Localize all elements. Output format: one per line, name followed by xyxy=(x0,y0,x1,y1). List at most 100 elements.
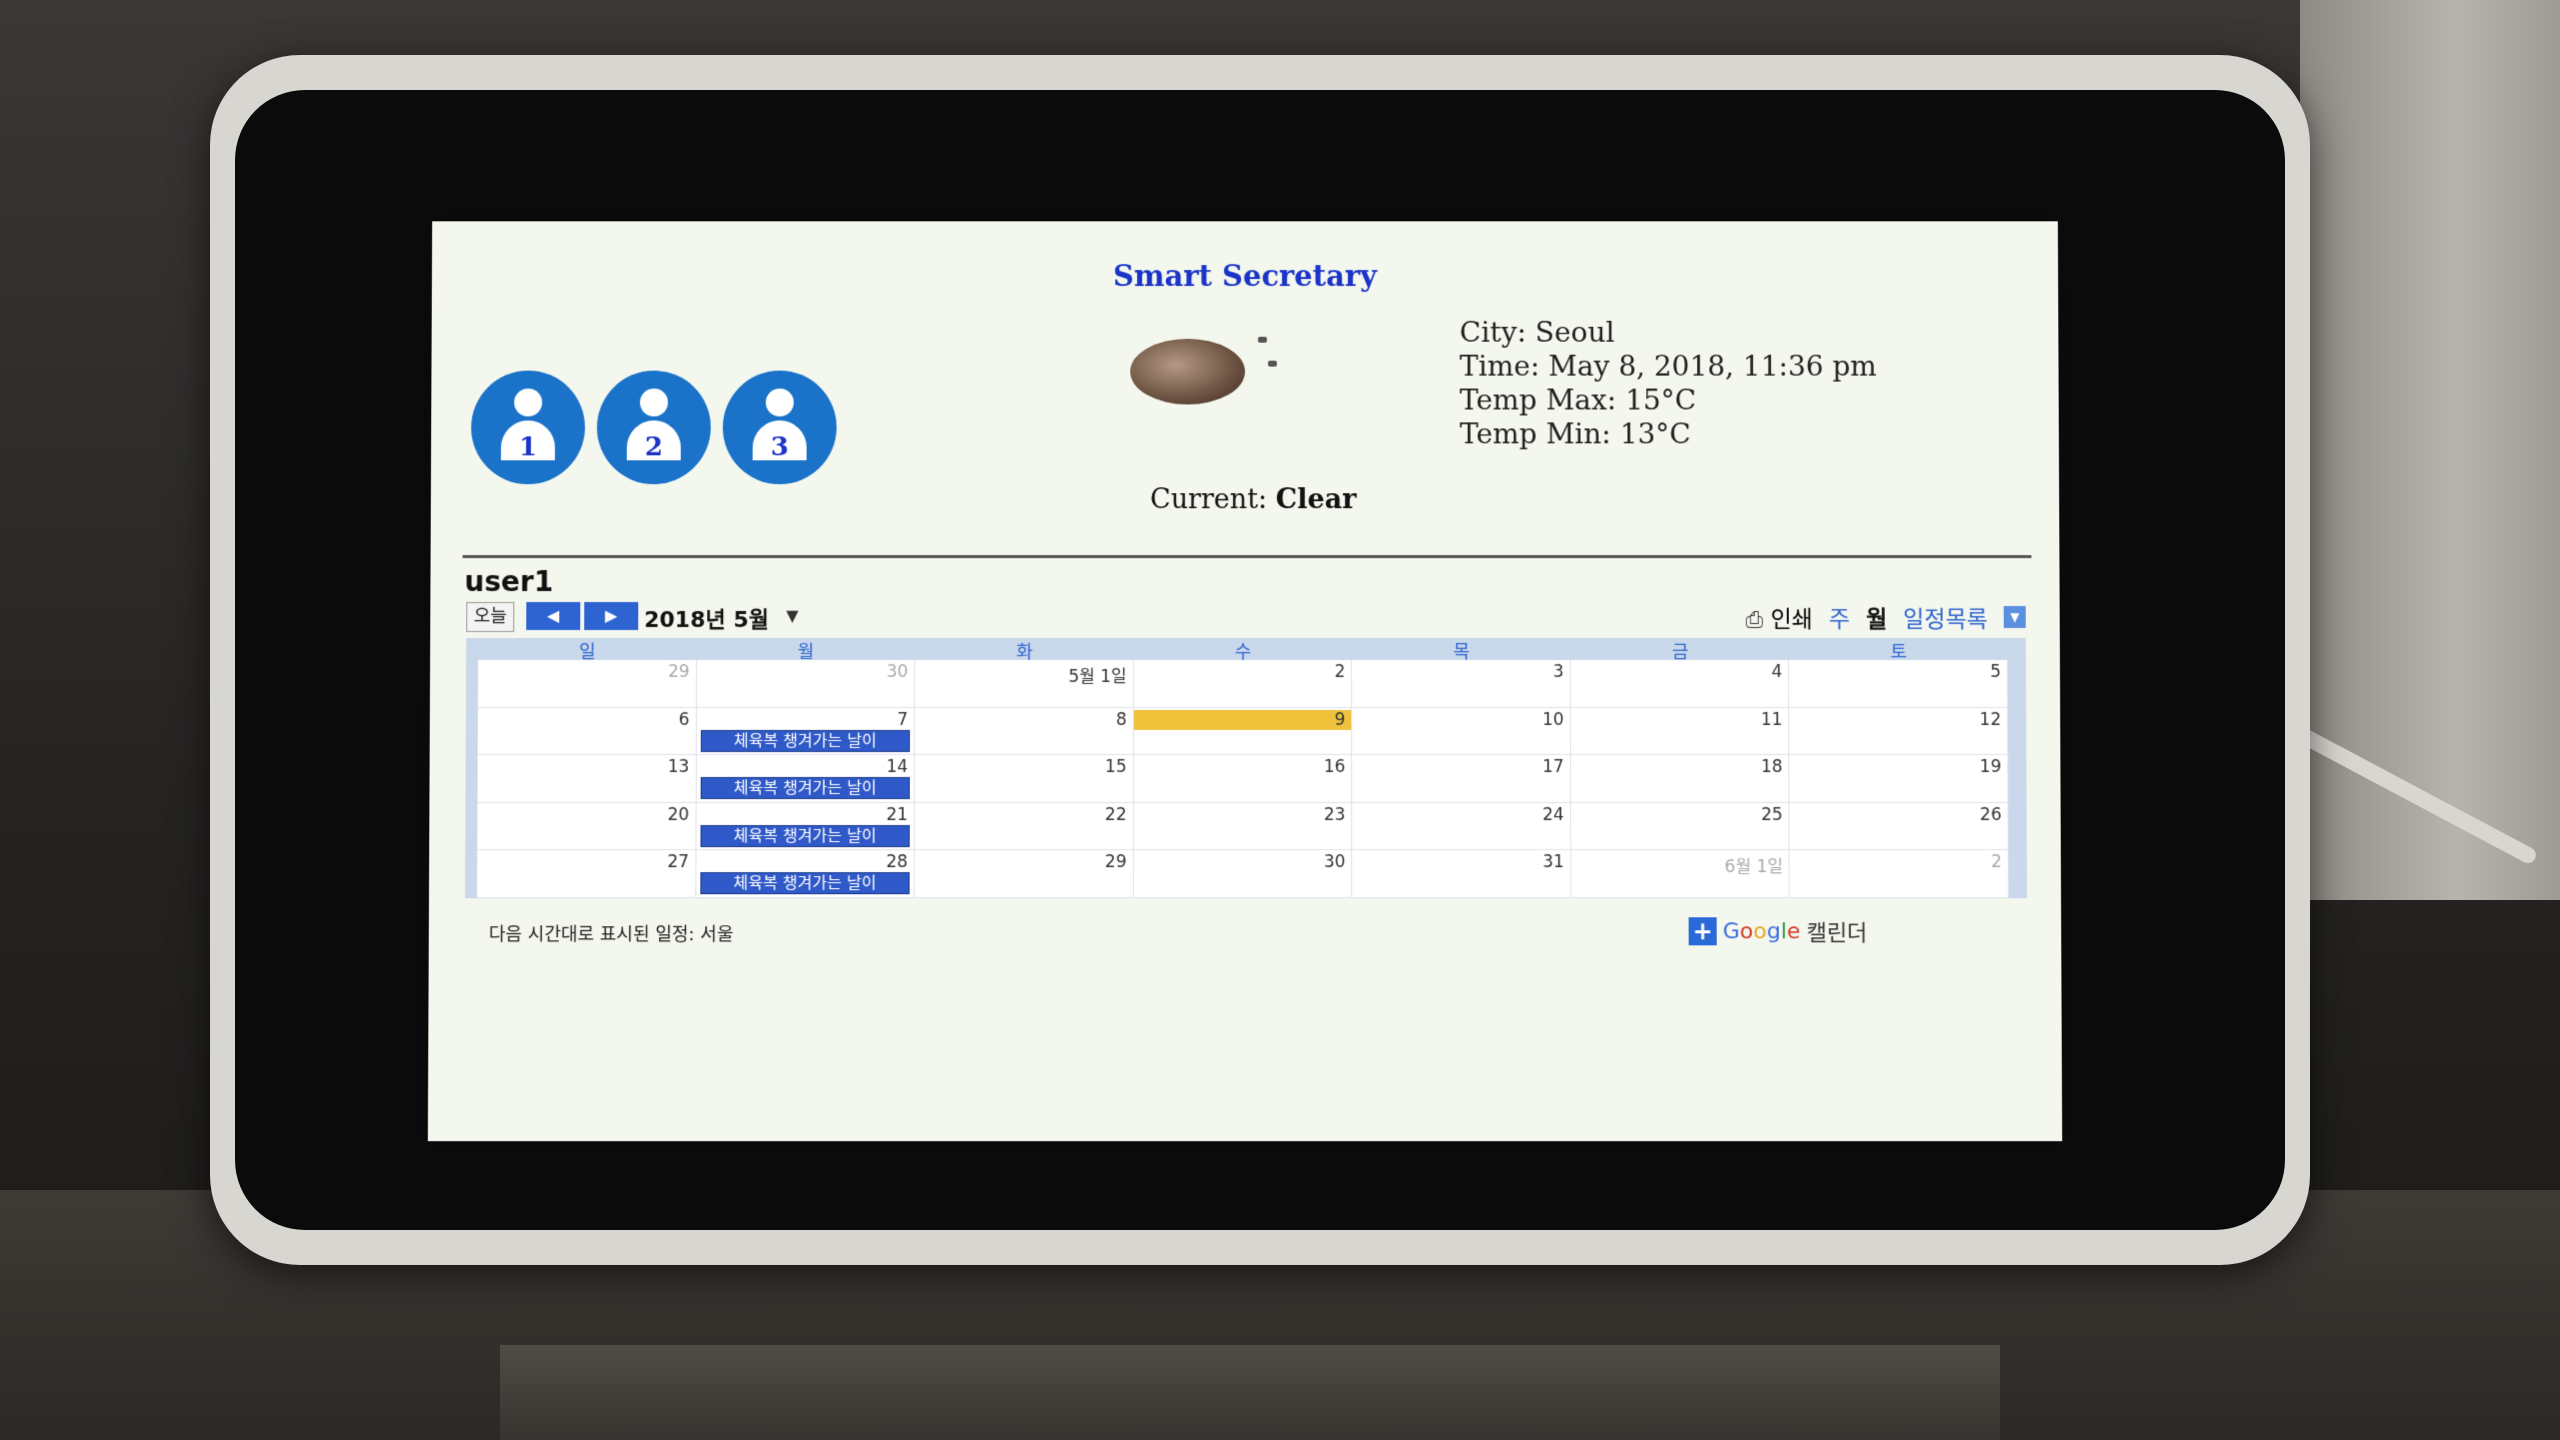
star-dot xyxy=(1257,336,1267,343)
google-calendar-add-button[interactable]: + Google 캘린더 xyxy=(1688,915,1868,947)
calendar-event[interactable]: 체육복 챙겨가는 날이 xyxy=(700,777,910,800)
day-cell[interactable]: 4 xyxy=(1570,660,1790,708)
weekday-label: 금 xyxy=(1671,642,1689,664)
calendar-event[interactable]: 체육복 챙겨가는 날이 xyxy=(699,872,910,895)
weekday-label: 수 xyxy=(1234,642,1252,664)
weekday-label: 월 xyxy=(797,642,815,664)
weekday-label: 목 xyxy=(1453,642,1470,664)
day-number: 5월 1일 xyxy=(1068,667,1127,687)
day-cell[interactable]: 31 xyxy=(1352,850,1572,899)
next-month-button[interactable]: ▶ xyxy=(584,602,639,631)
day-number: 11 xyxy=(1760,709,1783,730)
day-cell[interactable]: 22 xyxy=(914,802,1134,851)
day-cell[interactable]: 30 xyxy=(1133,850,1353,899)
day-cell[interactable]: 23 xyxy=(1133,802,1353,851)
day-number: 20 xyxy=(667,804,690,825)
day-number: 2 xyxy=(1334,662,1346,682)
day-number: 6월 1일 xyxy=(1724,857,1784,878)
day-cell[interactable]: 2 xyxy=(1789,850,2009,899)
day-cell[interactable]: 14 체육복 챙겨가는 날이 xyxy=(696,755,915,803)
print-label: 인쇄 xyxy=(1770,607,1813,634)
month-label: 2018년 5월 xyxy=(644,608,769,634)
day-cell[interactable]: 17 xyxy=(1352,755,1572,803)
day-cell[interactable]: 27 xyxy=(477,850,697,899)
day-cell[interactable]: 8 xyxy=(914,707,1134,756)
day-cell[interactable]: 2 xyxy=(1133,660,1353,708)
day-cell[interactable]: 6월 1일 xyxy=(1571,850,1791,899)
calendar-toolbar: 오늘 ◀ ▶ 2018년 5월 ▼ ⎙ 인쇄 주 월 일정목록 ▼ xyxy=(466,598,2026,634)
calendar-event[interactable]: 체육복 챙겨가는 날이 xyxy=(700,729,911,752)
day-cell[interactable]: 29 xyxy=(914,850,1134,899)
day-number: 14 xyxy=(886,757,908,778)
moon-clear-night-icon xyxy=(1130,336,1277,409)
user-number: 2 xyxy=(644,432,663,463)
day-cell[interactable]: 5월 1일 xyxy=(915,660,1134,708)
user-icon-head xyxy=(514,388,543,417)
day-cell[interactable]: 29 xyxy=(477,660,697,708)
current-label: Current: xyxy=(1150,484,1268,516)
day-cell[interactable]: 5 xyxy=(1789,660,2009,708)
tab-agenda[interactable]: 일정목록 xyxy=(1903,600,1988,634)
today-button[interactable]: 오늘 xyxy=(466,602,515,633)
day-number: 12 xyxy=(1979,709,2002,730)
weekday-header: 일 월 화 수 목 금 토 xyxy=(478,638,2008,664)
day-cell[interactable]: 13 xyxy=(477,755,697,803)
day-cell[interactable]: 11 xyxy=(1570,707,1790,756)
day-number: 15 xyxy=(1104,757,1127,778)
day-cell[interactable]: 7 체육복 챙겨가는 날이 xyxy=(696,707,916,756)
day-cell[interactable]: 30 xyxy=(696,660,916,708)
day-cell[interactable]: 26 xyxy=(1789,802,2009,851)
user-3-button[interactable]: 3 xyxy=(722,370,837,485)
print-button[interactable]: ⎙ 인쇄 xyxy=(1746,600,1813,634)
user-icon-head xyxy=(765,388,794,417)
day-cell[interactable]: 21 체육복 챙겨가는 날이 xyxy=(696,802,915,851)
user-1-button[interactable]: 1 xyxy=(470,370,586,485)
background-wall xyxy=(2300,0,2560,900)
agenda-dropdown-icon[interactable]: ▼ xyxy=(2003,606,2026,629)
google-logo: Google xyxy=(1722,918,1801,944)
weekday-label: 화 xyxy=(1016,642,1033,664)
day-number: 8 xyxy=(1115,709,1127,730)
day-cell[interactable]: 12 xyxy=(1789,707,2009,756)
tab-month[interactable]: 월 xyxy=(1866,600,1887,634)
day-number: 9 xyxy=(1334,709,1346,730)
day-cell[interactable]: 6 xyxy=(477,707,697,756)
day-cell[interactable]: 25 xyxy=(1571,802,1790,851)
day-number: 26 xyxy=(1979,804,2002,825)
day-number: 13 xyxy=(667,757,690,778)
day-number: 29 xyxy=(667,662,690,682)
chevron-down-icon[interactable]: ▼ xyxy=(786,606,798,625)
chevron-right-icon: ▶ xyxy=(605,606,618,626)
day-cell[interactable]: 20 xyxy=(477,802,697,851)
day-cell[interactable]: 19 xyxy=(1789,755,2009,803)
prev-month-button[interactable]: ◀ xyxy=(526,602,581,631)
day-cell[interactable]: 3 xyxy=(1352,660,1571,708)
weather-temp-max: Temp Max: 15°C xyxy=(1459,383,1697,417)
day-cell-today[interactable]: 9 xyxy=(1133,707,1353,756)
user-2-button[interactable]: 2 xyxy=(596,370,711,485)
star-dot xyxy=(1267,360,1277,367)
month-grid: 29 30 5월 1일 2 3 4 5 6 7 체육복 챙겨가는 날이 8 9 1… xyxy=(477,660,2009,899)
calendar-user-label: user1 xyxy=(464,565,554,599)
day-number: 22 xyxy=(1104,804,1127,825)
weekday-label: 일 xyxy=(579,642,596,664)
day-cell[interactable]: 15 xyxy=(914,755,1134,803)
day-number: 10 xyxy=(1542,709,1564,730)
day-number: 25 xyxy=(1761,804,1783,825)
day-number: 30 xyxy=(1323,852,1346,873)
calendar-event[interactable]: 체육복 챙겨가는 날이 xyxy=(700,824,910,847)
day-cell[interactable]: 28 체육복 챙겨가는 날이 xyxy=(695,850,915,899)
moon-shape xyxy=(1130,338,1245,405)
day-cell[interactable]: 18 xyxy=(1570,755,1790,803)
day-cell[interactable]: 16 xyxy=(1133,755,1353,803)
day-number: 17 xyxy=(1542,757,1565,778)
weather-city: City: Seoul xyxy=(1459,315,1615,349)
tab-week[interactable]: 주 xyxy=(1829,600,1850,634)
today-highlight xyxy=(1133,709,1352,730)
day-number: 4 xyxy=(1771,662,1783,682)
desk-reflection xyxy=(500,1345,2000,1440)
weekday-label: 토 xyxy=(1890,642,1907,664)
user-number: 3 xyxy=(770,432,789,463)
day-cell[interactable]: 24 xyxy=(1352,802,1572,851)
day-cell[interactable]: 10 xyxy=(1352,707,1571,756)
